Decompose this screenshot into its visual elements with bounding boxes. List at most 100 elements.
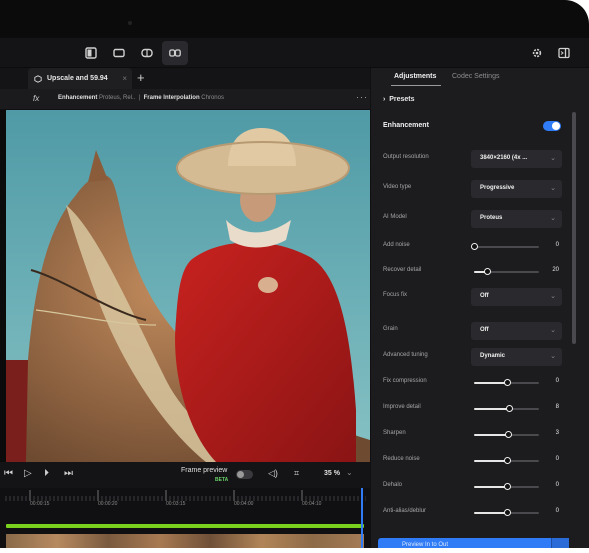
slider-fill	[474, 486, 507, 488]
grain-row: Grain Off ⌄	[371, 322, 569, 342]
enhancement-toggle[interactable]	[543, 121, 561, 131]
advanced-tuning-dropdown[interactable]: Dynamic ⌄	[471, 348, 562, 366]
improve-detail-slider[interactable]	[474, 405, 539, 412]
output-resolution-value: 3840×2160 (4x ...	[480, 155, 528, 161]
improve-detail-value: 8	[555, 404, 559, 410]
add-noise-row: Add noise 0	[371, 238, 569, 258]
presets-expander[interactable]: › Presets	[383, 96, 415, 103]
advanced-tuning-row: Advanced tuning Dynamic ⌄	[371, 348, 569, 368]
sharpen-slider[interactable]	[474, 431, 539, 438]
timecode-label: 00:03:15	[166, 501, 186, 507]
crop-icon[interactable]: ⌗	[294, 468, 299, 479]
compare-view-icon[interactable]	[112, 46, 126, 60]
slider-knob[interactable]	[504, 509, 511, 516]
tab-close-icon[interactable]: ×	[122, 74, 127, 83]
panel-scrollbar[interactable]	[572, 112, 576, 344]
video-type-label: Video type	[383, 184, 412, 190]
panel-toggle-icon[interactable]	[557, 46, 571, 60]
tab-adjustments[interactable]: Adjustments	[394, 73, 436, 80]
active-tab-underline	[391, 85, 441, 86]
tab-codec-settings[interactable]: Codec Settings	[452, 73, 499, 80]
add-noise-slider[interactable]	[471, 243, 539, 250]
slider-knob[interactable]	[484, 268, 491, 275]
more-options-icon[interactable]: ···	[356, 92, 368, 102]
video-type-value: Progressive	[480, 185, 515, 191]
chevron-down-icon: ⌄	[550, 327, 556, 334]
output-resolution-row: Output resolution 3840×2160 (4x ... ⌄	[371, 150, 569, 170]
app-screen: Upscale and 59.94 × + fx Enhancement Pro…	[0, 0, 589, 553]
focus-fix-dropdown[interactable]: Off ⌄	[471, 288, 562, 306]
output-resolution-dropdown[interactable]: 3840×2160 (4x ... ⌄	[471, 150, 562, 168]
chevron-down-icon: ⌄	[550, 185, 556, 192]
slider-fill	[474, 460, 507, 462]
zoom-level[interactable]: 35 %	[324, 470, 340, 477]
slider-fill	[474, 408, 509, 410]
enhancement-value: Proteus, Rel..	[99, 95, 136, 101]
step-back-icon[interactable]: ⏮	[4, 468, 13, 479]
sharpen-row: Sharpen 3	[371, 426, 569, 446]
slider-knob[interactable]	[471, 243, 478, 250]
next-frame-icon[interactable]: ⏵	[44, 468, 49, 479]
slider-knob[interactable]	[504, 457, 511, 464]
playback-bar: ⏮ ▷ ⏵ ⏭ Frame preview BETA ◁) ⌗ 35 % ⌄	[0, 462, 370, 488]
chevron-down-icon: ⌄	[550, 293, 556, 300]
anti-alias-row: Anti-alias/deblur 0	[371, 504, 569, 524]
timecode-label: 00:00:20	[98, 501, 118, 507]
frame-preview-label: Frame preview	[181, 467, 228, 474]
video-preview[interactable]	[6, 110, 370, 462]
add-noise-value: 0	[555, 242, 559, 248]
focus-fix-value: Off	[480, 293, 489, 299]
tab-project[interactable]: Upscale and 59.94 ×	[28, 68, 132, 89]
chevron-down-icon: ⌄	[550, 353, 556, 360]
video-type-dropdown[interactable]: Progressive ⌄	[471, 180, 562, 198]
processed-range-bar[interactable]	[6, 524, 364, 528]
project-cube-icon	[34, 74, 42, 83]
fix-compression-label: Fix compression	[383, 378, 427, 384]
timecode-label: 00:04:10	[302, 501, 322, 507]
slider-knob[interactable]	[504, 379, 511, 386]
skip-end-icon[interactable]: ⏭	[64, 468, 73, 479]
split-view-icon[interactable]	[140, 46, 154, 60]
sharpen-value: 3	[555, 430, 559, 436]
anti-alias-slider[interactable]	[474, 509, 539, 516]
volume-icon[interactable]: ◁)	[268, 468, 278, 479]
frame-preview-toggle[interactable]	[236, 470, 253, 479]
grain-dropdown[interactable]: Off ⌄	[471, 322, 562, 340]
settings-gear-icon[interactable]	[530, 46, 544, 60]
fix-compression-slider[interactable]	[474, 379, 539, 386]
frame-interpolation-value: Chronos	[201, 95, 224, 101]
improve-detail-label: Improve detail	[383, 404, 421, 410]
chevron-down-icon: ⌄	[550, 215, 556, 222]
side-by-side-view-icon[interactable]	[168, 46, 182, 60]
reduce-noise-slider[interactable]	[474, 457, 539, 464]
dehalo-slider[interactable]	[474, 483, 539, 490]
grain-label: Grain	[383, 326, 398, 332]
playhead[interactable]	[361, 488, 363, 553]
slider-fill	[474, 434, 508, 436]
advanced-tuning-label: Advanced tuning	[383, 352, 428, 358]
recover-detail-slider[interactable]	[474, 268, 539, 275]
enhancement-section-title: Enhancement	[383, 122, 429, 129]
timecode-label: 00:04:00	[234, 501, 254, 507]
anti-alias-label: Anti-alias/deblur	[383, 508, 427, 514]
focus-fix-label: Focus fix	[383, 292, 408, 298]
filter-summary[interactable]: Enhancement Proteus, Rel.. | Frame Inter…	[58, 95, 224, 101]
dehalo-row: Dehalo 0	[371, 478, 569, 498]
fix-compression-row: Fix compression 0	[371, 374, 569, 394]
video-frame-image	[6, 110, 370, 462]
slider-knob[interactable]	[506, 405, 513, 412]
advanced-tuning-value: Dynamic	[480, 353, 506, 359]
add-noise-label: Add noise	[383, 242, 410, 248]
ai-model-label: AI Model	[383, 214, 407, 220]
timeline[interactable]: 00:00:15 00:00:20 00:03:15 00:04:00 00:0…	[0, 488, 370, 553]
fx-icon[interactable]: fx	[33, 94, 39, 103]
zoom-chevron-icon[interactable]: ⌄	[346, 468, 353, 477]
slider-knob[interactable]	[505, 431, 512, 438]
play-icon[interactable]: ▷	[24, 468, 32, 479]
add-tab-button[interactable]: +	[137, 71, 145, 85]
single-view-icon[interactable]	[84, 46, 98, 60]
ai-model-dropdown[interactable]: Proteus ⌄	[471, 210, 562, 228]
dehalo-value: 0	[555, 482, 559, 488]
dehalo-label: Dehalo	[383, 482, 403, 488]
slider-knob[interactable]	[504, 483, 511, 490]
